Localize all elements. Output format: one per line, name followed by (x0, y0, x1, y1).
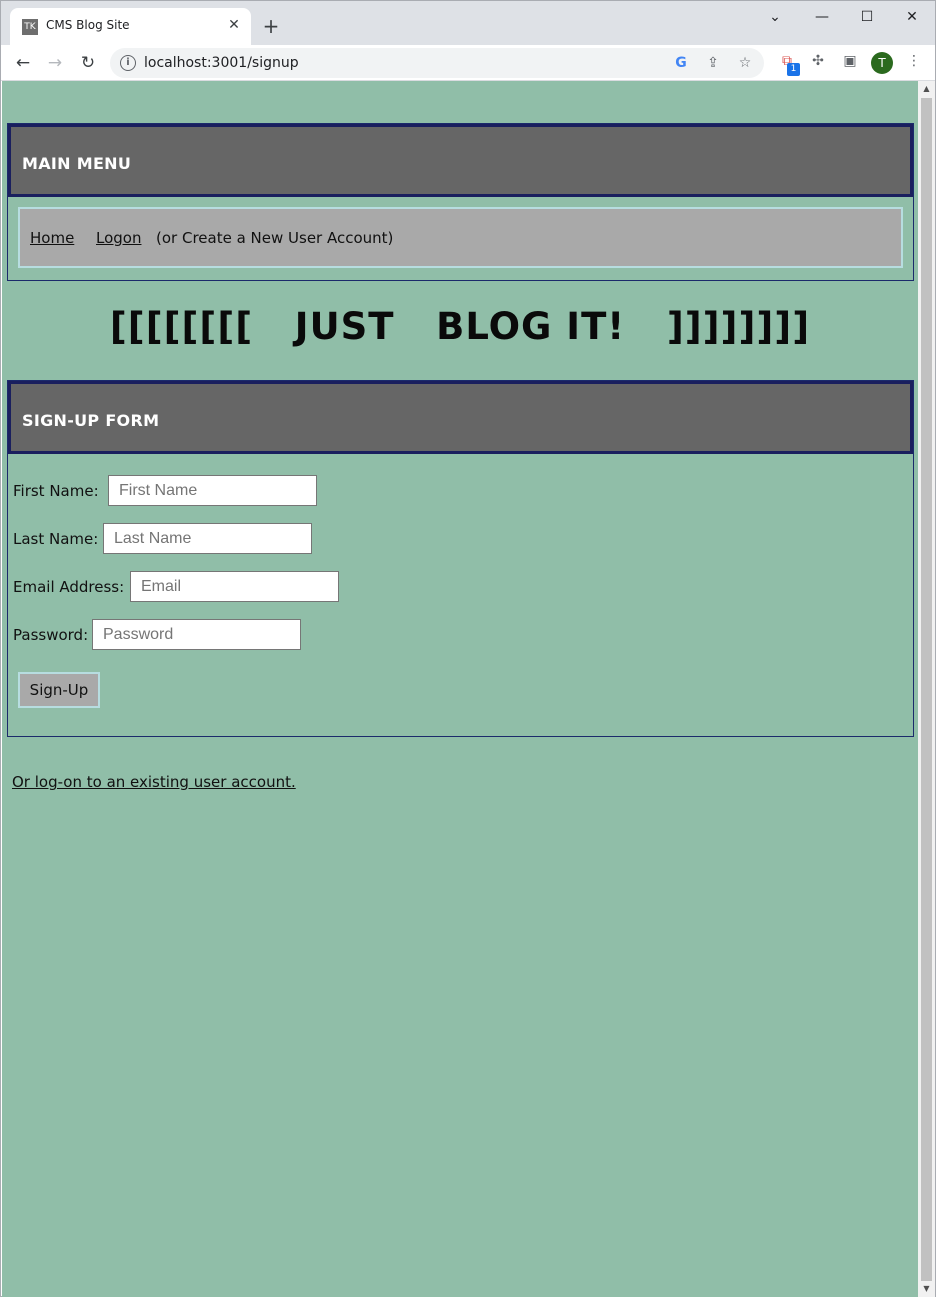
extension-badge: 1 (787, 63, 800, 76)
scroll-down-icon[interactable]: ▼ (918, 1282, 935, 1296)
tab-search-icon[interactable]: ⌄ (760, 7, 790, 27)
email-label: Email Address: (13, 578, 125, 596)
signup-form: First Name: Last Name: Email Address: Pa… (8, 454, 913, 737)
page-scrollbar[interactable]: ▲ ▼ (918, 81, 935, 1297)
existing-account-link[interactable]: Or log-on to an existing user account. (12, 773, 296, 791)
puzzle-icon[interactable]: ✣ (808, 51, 828, 71)
page-viewport: MAIN MENU Home Logon (or Create a New Us… (2, 81, 918, 1297)
signup-form-title: SIGN-UP FORM (22, 411, 160, 430)
back-icon[interactable]: ← (11, 51, 35, 75)
scroll-thumb[interactable] (921, 98, 932, 1281)
site-slogan: [[[[[[[[ JUST BLOG IT! ]]]]]]]] (109, 305, 811, 348)
bookmark-star-icon[interactable]: ☆ (736, 54, 754, 72)
last-name-input[interactable] (103, 523, 312, 554)
email-input[interactable] (130, 571, 339, 602)
address-bar[interactable]: i localhost:3001/signup G ⇪ ☆ (110, 48, 764, 78)
logon-link[interactable]: Logon (96, 229, 141, 247)
password-label: Password: (13, 626, 89, 644)
tab-strip: TK CMS Blog Site ✕ + ⌄ — ☐ ✕ (1, 1, 935, 45)
main-menu-header: MAIN MENU (8, 124, 913, 197)
signup-form-header: SIGN-UP FORM (8, 381, 913, 454)
favicon-icon: TK (22, 19, 38, 35)
first-name-input[interactable] (108, 475, 317, 506)
last-name-label: Last Name: (13, 530, 99, 548)
password-input[interactable] (92, 619, 301, 650)
main-menu-panel: MAIN MENU Home Logon (or Create a New Us… (7, 123, 914, 281)
first-name-label: First Name: (13, 482, 99, 500)
kebab-menu-icon[interactable]: ⋮ (904, 51, 924, 71)
scroll-up-icon[interactable]: ▲ (918, 82, 935, 96)
main-menu-links: Home Logon (or Create a New User Account… (18, 207, 903, 268)
minimize-icon[interactable]: — (807, 7, 837, 27)
home-link[interactable]: Home (30, 229, 74, 247)
address-url[interactable]: localhost:3001/signup (144, 55, 299, 71)
main-menu-title: MAIN MENU (22, 154, 132, 173)
google-icon[interactable]: G (672, 54, 690, 72)
signup-form-panel: SIGN-UP FORM First Name: Last Name: Emai… (7, 380, 914, 737)
create-account-note: (or Create a New User Account) (156, 229, 394, 247)
new-tab-icon[interactable]: + (260, 15, 282, 37)
site-info-icon[interactable]: i (120, 55, 136, 71)
browser-window: TK CMS Blog Site ✕ + ⌄ — ☐ ✕ ← → ↻ i loc… (0, 0, 936, 1297)
browser-toolbar: ← → ↻ i localhost:3001/signup G ⇪ ☆ ⧉ 1 … (1, 45, 935, 81)
share-icon[interactable]: ⇪ (704, 54, 722, 72)
tab-title: CMS Blog Site (46, 18, 130, 32)
side-panel-icon[interactable]: ▣ (840, 51, 860, 71)
reload-icon[interactable]: ↻ (76, 51, 100, 75)
browser-tab[interactable]: TK CMS Blog Site ✕ (10, 8, 251, 45)
forward-icon[interactable]: → (43, 51, 67, 75)
close-tab-icon[interactable]: ✕ (225, 16, 243, 34)
signup-button[interactable]: Sign-Up (18, 672, 100, 708)
maximize-icon[interactable]: ☐ (852, 7, 882, 27)
close-window-icon[interactable]: ✕ (897, 7, 927, 27)
profile-avatar[interactable]: T (871, 52, 893, 74)
